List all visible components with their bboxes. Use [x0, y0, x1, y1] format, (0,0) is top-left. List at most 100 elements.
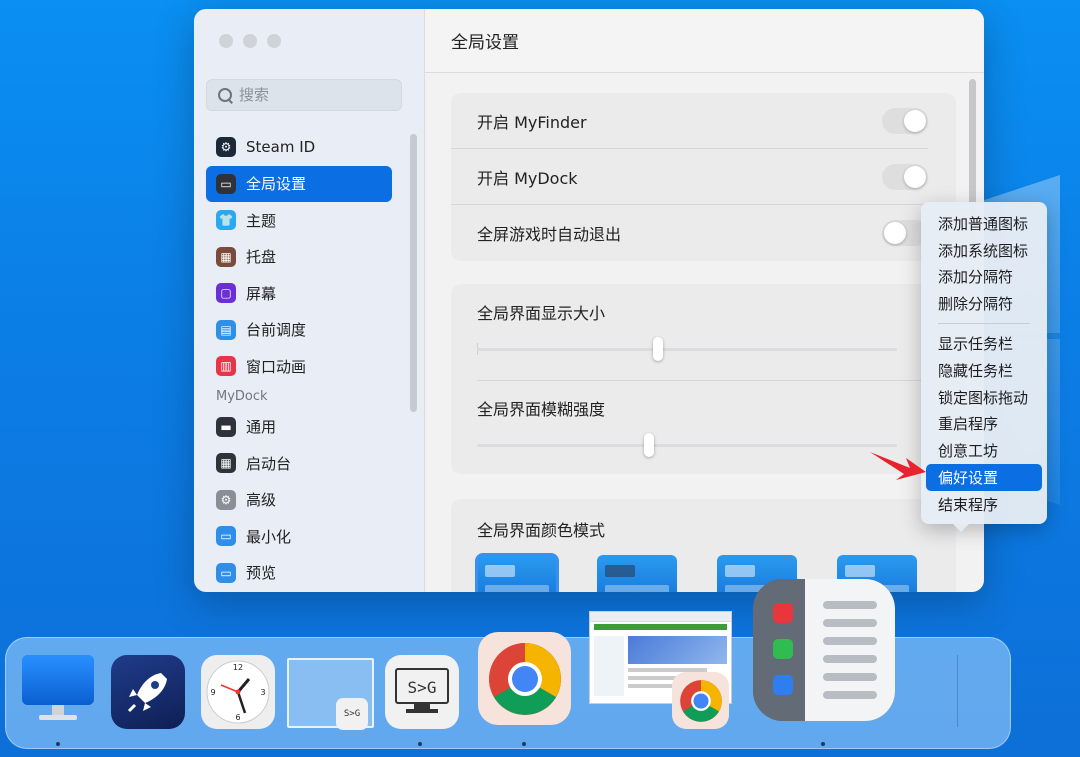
launchpad-app-icon[interactable]	[111, 655, 185, 729]
size-slider-track[interactable]	[477, 348, 897, 351]
chrome-icon	[488, 642, 561, 715]
stage-icon: ▤	[216, 319, 236, 340]
page-title: 全局设置	[425, 9, 984, 73]
preview-icon: ▭	[216, 562, 236, 583]
sidebar-item[interactable]: ▭ 预览	[206, 555, 392, 592]
running-indicator	[522, 742, 526, 746]
sidebar-item[interactable]: ▭ 最小化	[206, 518, 392, 555]
menu-item[interactable]: 偏好设置	[926, 464, 1042, 491]
menu-item[interactable]: 重启程序	[926, 411, 1042, 438]
running-indicator	[56, 742, 60, 746]
toggle-label: 开启 MyFinder	[477, 112, 587, 132]
sg-app-icon[interactable]: S>G	[385, 655, 459, 729]
sidebar-item-label: 窗口动画	[246, 357, 307, 376]
sidebar-item-label: 预览	[246, 564, 277, 583]
window-icon: ▭	[216, 173, 236, 194]
blur-slider-track[interactable]	[477, 444, 897, 447]
sidebar-item[interactable]: 👕 主题	[206, 202, 392, 239]
search-icon	[217, 87, 233, 103]
size-slider-thumb[interactable]	[652, 337, 663, 361]
zoom-window-button[interactable]	[267, 34, 281, 48]
sidebar-item-label: 最小化	[246, 527, 292, 546]
sidebar-item-label: 屏幕	[246, 284, 277, 303]
menu-item[interactable]: 添加系统图标	[926, 237, 1042, 264]
sidebar-item[interactable]: ▦ 托盘	[206, 239, 392, 276]
window-controls	[219, 34, 281, 48]
sidebar-item[interactable]: ▬ 通用	[206, 409, 392, 446]
sg-label: S>G	[408, 678, 437, 697]
sidebar-section-label: MyDock	[216, 389, 268, 404]
sidebar-item-label: 台前调度	[246, 321, 307, 340]
desktop-app-icon[interactable]	[21, 653, 95, 725]
toggle-row-myfinder: 开启 MyFinder	[451, 93, 928, 149]
sidebar-item-label: 启动台	[246, 454, 292, 473]
settings-window: ⚙ Steam ID ▭ 全局设置 👕 主题 ▦ 托盘 ▢ 屏幕 ▤ 台前调度 ▥ 窗口动画 MyDock ▬…	[194, 9, 984, 592]
clock-app-icon[interactable]: 12 3 6 9	[201, 655, 275, 729]
sidebar-item[interactable]: ⚙ Steam ID	[206, 129, 392, 166]
grid-icon: ▦	[216, 246, 236, 267]
menu-item[interactable]: 删除分隔符	[926, 290, 1042, 317]
slider-card: 全局界面显示大小 全局界面模糊强度	[451, 284, 956, 474]
main-panel: 全局设置 开启 MyFinder 开启 MyDock 全屏游戏时自动退出 全局界…	[425, 9, 984, 592]
sidebar-item[interactable]: ▦ 启动台	[206, 445, 392, 482]
general-icon: ▬	[216, 416, 236, 437]
menu-item[interactable]: 隐藏任务栏	[926, 357, 1042, 384]
sidebar-item-label: 托盘	[246, 248, 277, 267]
sidebar-nav: ⚙ Steam ID ▭ 全局设置 👕 主题 ▦ 托盘 ▢ 屏幕 ▤ 台前调度 ▥ 窗口动画 MyDock ▬…	[206, 129, 392, 591]
screen-icon: ▢	[216, 283, 236, 304]
myfinder-toggle[interactable]	[882, 108, 928, 134]
sidebar-item-label: 主题	[246, 211, 277, 230]
color-mode-option-auto[interactable]	[475, 553, 559, 592]
dock-separator	[957, 655, 958, 727]
chrome-small-icon[interactable]	[672, 672, 729, 729]
toggle-label: 开启 MyDock	[477, 168, 578, 188]
size-slider-block: 全局界面显示大小	[451, 284, 956, 380]
slider-label: 全局界面模糊强度	[477, 400, 606, 419]
svg-text:9: 9	[210, 688, 215, 697]
steam-icon: ⚙	[216, 137, 236, 158]
close-window-button[interactable]	[219, 34, 233, 48]
search-input[interactable]	[239, 86, 389, 104]
rocket-icon	[127, 673, 167, 713]
menu-item[interactable]: 添加普通图标	[926, 210, 1042, 237]
running-indicator	[821, 742, 825, 746]
sidebar-item-label: 高级	[246, 491, 277, 510]
dragging-icon-placeholder: S>G	[287, 658, 374, 730]
myfinder-app-icon[interactable]	[753, 579, 895, 721]
toggle-card: 开启 MyFinder 开启 MyDock 全屏游戏时自动退出	[451, 93, 956, 261]
menu-item[interactable]: 创意工坊	[926, 437, 1042, 464]
svg-text:6: 6	[235, 713, 240, 722]
sidebar-scrollbar[interactable]	[410, 134, 417, 412]
sidebar: ⚙ Steam ID ▭ 全局设置 👕 主题 ▦ 托盘 ▢ 屏幕 ▤ 台前调度 ▥ 窗口动画 MyDock ▬…	[194, 9, 425, 592]
menu-item[interactable]: 添加分隔符	[926, 264, 1042, 291]
dock-context-menu: 添加普通图标 添加系统图标 添加分隔符 删除分隔符显示任务栏 隐藏任务栏 锁定图标拖动 重启…	[921, 202, 1047, 532]
color-mode-option-dark[interactable]	[597, 555, 677, 592]
mydock-toggle[interactable]	[882, 164, 928, 190]
shirt-icon: 👕	[216, 210, 236, 231]
sidebar-item[interactable]: ▭ 全局设置	[206, 165, 392, 202]
chrome-app-icon[interactable]	[478, 632, 571, 725]
sidebar-item-label: 全局设置	[246, 175, 307, 194]
menu-item[interactable]: 结束程序	[926, 491, 1042, 518]
minimize-icon: ▭	[216, 526, 236, 547]
sg-small-icon: S>G	[336, 698, 368, 730]
menu-item[interactable]: 锁定图标拖动	[926, 384, 1042, 411]
minimize-window-button[interactable]	[243, 34, 257, 48]
sidebar-item[interactable]: ▢ 屏幕	[206, 275, 392, 312]
sidebar-item-label: 通用	[246, 418, 277, 437]
animation-icon: ▥	[216, 356, 236, 377]
search-box[interactable]	[206, 79, 402, 111]
sidebar-item[interactable]: ⚙ 高级	[206, 482, 392, 519]
toggle-label: 全屏游戏时自动退出	[477, 225, 622, 244]
menu-item[interactable]: 显示任务栏	[926, 330, 1042, 357]
red-arrow-annotation	[870, 452, 926, 480]
sidebar-item[interactable]: ▥ 窗口动画	[206, 348, 392, 385]
sidebar-item-label: Steam ID	[246, 138, 316, 157]
sidebar-item[interactable]: ▤ 台前调度	[206, 312, 392, 349]
toggle-row-fullscreen-exit: 全屏游戏时自动退出	[451, 205, 928, 261]
svg-text:12: 12	[233, 663, 243, 672]
blur-slider-thumb[interactable]	[644, 433, 655, 457]
launchpad-icon: ▦	[216, 453, 236, 474]
slider-label: 全局界面显示大小	[477, 304, 606, 323]
svg-text:3: 3	[260, 688, 265, 697]
